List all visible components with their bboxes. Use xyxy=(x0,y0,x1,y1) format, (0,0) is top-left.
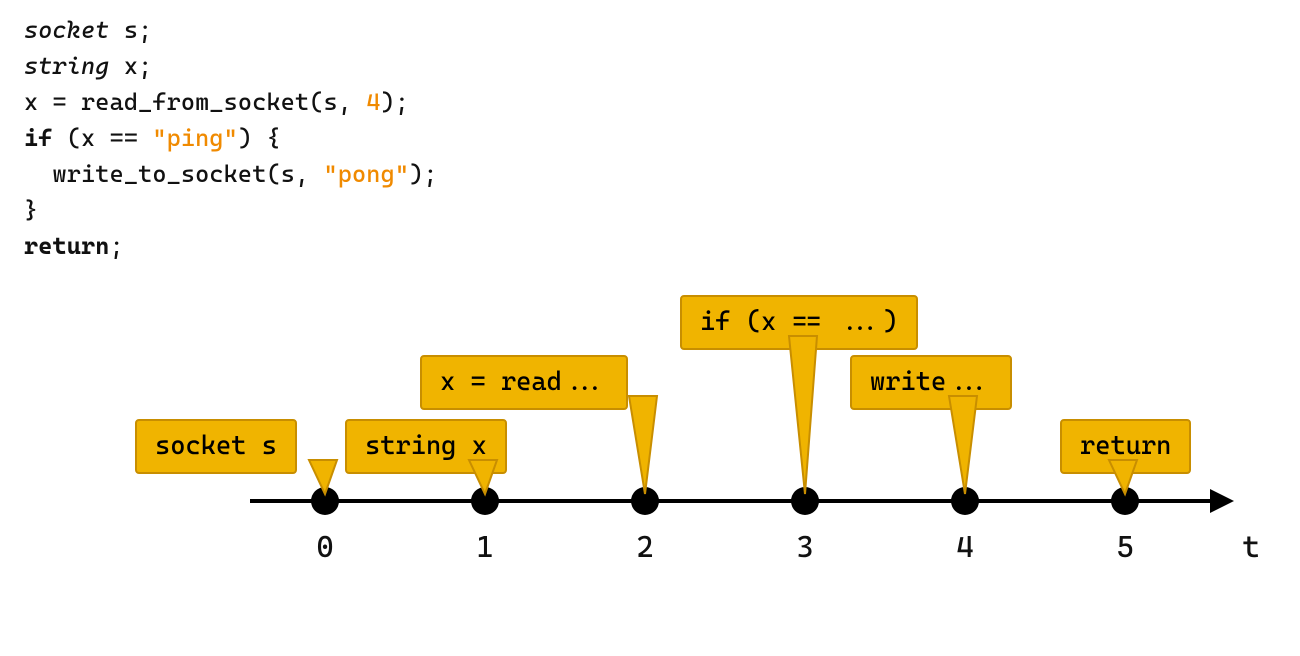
code-keyword-return: return xyxy=(24,232,110,260)
tick-label-3: 3 xyxy=(775,525,835,570)
callout-pointer-4-icon xyxy=(949,396,981,494)
callout-pointer-1-icon xyxy=(469,460,501,494)
arrow-right-icon xyxy=(1210,489,1234,513)
code-type-socket: socket xyxy=(24,16,110,44)
tick-label-4: 4 xyxy=(935,525,995,570)
callout-label-write: write... xyxy=(870,367,992,397)
code-3a: x = read_from_socket(s, xyxy=(24,88,366,116)
code-line-7: return; xyxy=(24,228,438,264)
code-block: socket s; string x; x = read_from_socket… xyxy=(24,12,438,264)
code-literal-4: 4 xyxy=(366,88,380,116)
callout-pointer-3-icon xyxy=(789,336,821,494)
callout-label-return: return xyxy=(1080,431,1171,461)
callout-x-read: x = read... xyxy=(420,355,628,410)
code-line-4: if (x == "ping") { xyxy=(24,120,438,156)
code-type-string: string xyxy=(24,52,110,80)
callout-socket-s: socket s xyxy=(135,419,297,474)
code-line-1: socket s; xyxy=(24,12,438,48)
code-line-5: write_to_socket(s, "pong"); xyxy=(24,156,438,192)
code-3b: ); xyxy=(381,88,410,116)
callout-label-string-x: string x xyxy=(365,431,487,461)
callout-write: write... xyxy=(850,355,1012,410)
code-literal-ping: "ping" xyxy=(152,124,238,152)
code-7b: ; xyxy=(110,232,124,260)
code-5a: write_to_socket(s, xyxy=(24,160,324,188)
tick-label-0: 0 xyxy=(295,525,355,570)
timeline-axis-label: t xyxy=(1242,525,1260,570)
code-keyword-if: if xyxy=(24,124,53,152)
callout-label-if: if (x == ...) xyxy=(700,307,898,337)
tick-label-2: 2 xyxy=(615,525,675,570)
callout-pointer-2-icon xyxy=(629,396,661,494)
callout-label-x-read: x = read... xyxy=(440,367,608,397)
callout-label-socket-s: socket s xyxy=(155,431,277,461)
code-rest-1: s; xyxy=(110,16,153,44)
code-line-3: x = read_from_socket(s, 4); xyxy=(24,84,438,120)
code-4a: (x == xyxy=(53,124,153,152)
code-rest-2: x; xyxy=(110,52,153,80)
code-line-6: } xyxy=(24,192,438,228)
code-literal-pong: "pong" xyxy=(324,160,410,188)
code-5b: ); xyxy=(409,160,438,188)
callout-pointer-0-icon xyxy=(309,460,341,494)
callout-pointer-5-icon xyxy=(1109,460,1141,494)
tick-label-5: 5 xyxy=(1095,525,1155,570)
code-line-2: string x; xyxy=(24,48,438,84)
code-4b: ) { xyxy=(238,124,281,152)
tick-label-1: 1 xyxy=(455,525,515,570)
timeline-axis: t 0 1 2 3 4 5 xyxy=(250,499,1210,503)
